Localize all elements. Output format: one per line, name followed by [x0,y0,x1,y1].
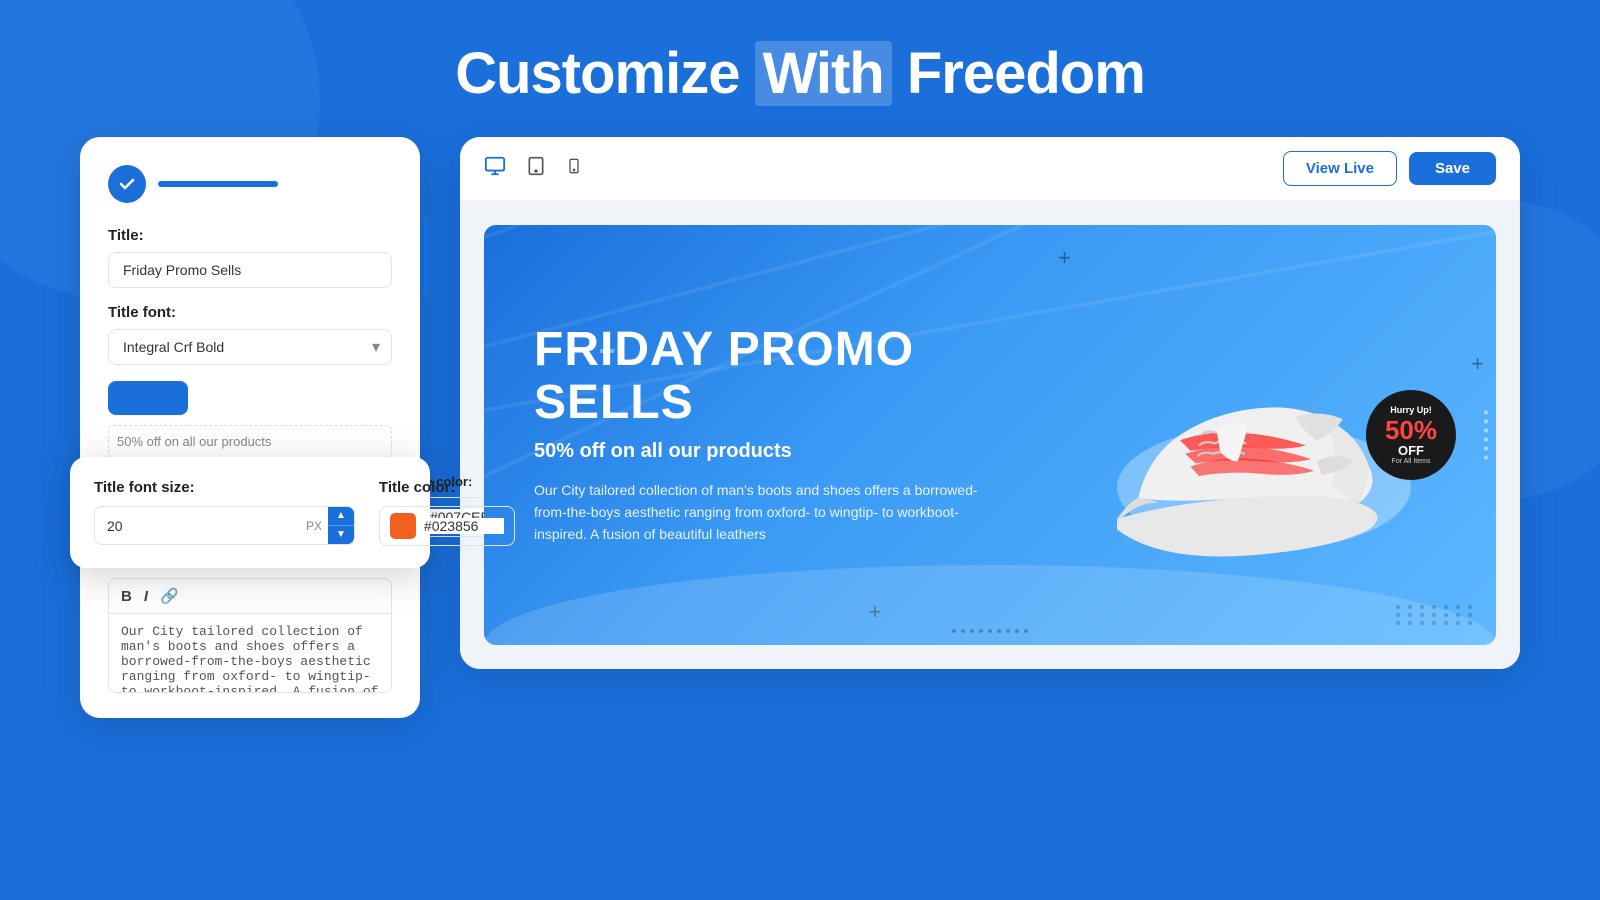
title-color-swatch [390,513,416,539]
text-content-area[interactable]: Our City tailored collection of man's bo… [108,613,392,693]
mobile-icon[interactable] [566,155,582,183]
title-decrement-btn[interactable]: ▼ [328,526,354,544]
bold-button[interactable]: B [121,587,132,605]
device-icon-group [484,155,582,183]
font-color-card-label: Title color: [379,479,515,496]
link-button[interactable]: 🔗 [160,587,179,605]
font-select[interactable]: Integral Crf Bold [108,329,392,365]
vertical-dots-decoration [1484,411,1488,460]
title-px-label: PX [300,519,328,533]
font-select-wrapper: Integral Crf Bold ▾ [108,329,392,365]
font-size-card: Title font size: PX ▲ ▼ Title color: [70,457,430,568]
banner-text-content: FRIDAY PROMO SELLS 50% off on all our pr… [484,284,1041,586]
check-icon [108,165,146,203]
title-increment-btn[interactable]: ▲ [328,507,354,526]
page-title: Customize With Freedom [0,0,1600,107]
promo-banner: + + + FRIDAY PROMO SELLS 50% off on all … [484,225,1496,645]
badge-hurry-text: Hurry Up! [1390,405,1432,415]
scrollbar-indicator [424,217,428,297]
editor-header [108,165,392,203]
desktop-icon[interactable] [484,155,506,183]
banner-body-text: Our City tailored collection of man's bo… [534,479,991,546]
header-line-decoration [158,181,278,187]
subtitle-preview: 50% off on all our products [108,425,392,458]
badge-percent-text: 50% [1385,417,1437,443]
dots-pattern-decoration [1396,605,1476,625]
preview-header: View Live Save [460,137,1520,201]
italic-button[interactable]: I [144,587,148,605]
font-field-label: Title font: [108,304,392,321]
preview-actions: View Live Save [1283,151,1496,186]
editor-card: Title: Title font: Integral Crf Bold ▾ 5… [80,137,420,718]
preview-panel: View Live Save + + + [460,137,1520,669]
title-stepper: ▲ ▼ [328,507,354,544]
badge-off-text: OFF [1398,443,1424,458]
preview-content: + + + FRIDAY PROMO SELLS 50% off on all … [460,201,1520,669]
title-color-hex[interactable] [424,518,504,534]
title-font-size-input[interactable]: PX ▲ ▼ [94,506,355,545]
title-color-input[interactable] [379,506,515,546]
banner-subtitle: 50% off on all our products [534,440,991,463]
font-size-card-title-label: Title font size: [94,479,355,496]
save-button[interactable]: Save [1409,152,1496,185]
tablet-icon[interactable] [526,155,546,183]
horizontal-dots-decoration [952,629,1028,633]
title-input[interactable] [108,252,392,288]
title-field-label: Title: [108,227,392,244]
title-size-value[interactable] [95,510,300,542]
promo-badge: Hurry Up! 50% OFF For All Items [1366,390,1456,480]
view-live-button[interactable]: View Live [1283,151,1397,186]
action-button[interactable] [108,381,188,415]
text-editor-toolbar: B I 🔗 [108,578,392,613]
badge-items-text: For All Items [1392,458,1431,465]
banner-title: FRIDAY PROMO SELLS [534,324,991,430]
